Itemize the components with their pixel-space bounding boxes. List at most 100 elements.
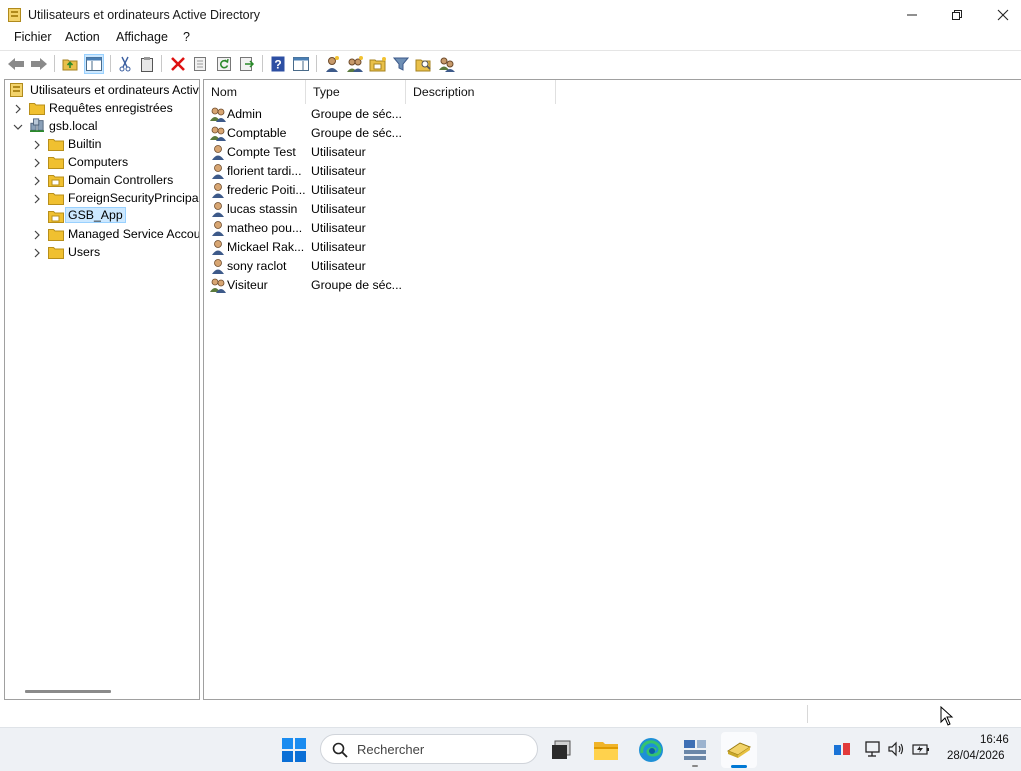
start-button[interactable] [276,732,312,768]
menu-action[interactable]: Action [63,30,102,44]
user-icon [209,201,227,217]
horizontal-scrollbar[interactable] [25,690,111,693]
cut-icon [119,56,131,72]
column-header-nom[interactable]: Nom [204,80,306,104]
list-item[interactable]: florient tardi... Utilisateur [204,162,604,181]
tray-power-button[interactable] [912,740,930,758]
tree-item-root[interactable]: Utilisateurs et ordinateurs Active Direc… [5,81,199,99]
title-bar[interactable]: Utilisateurs et ordinateurs Active Direc… [0,0,1021,30]
close-icon [997,9,1009,21]
list-item[interactable]: Visiteur Groupe de séc... [204,276,604,295]
clock-date[interactable]: 28/04/2026 [947,750,1005,762]
delete-icon [171,57,185,71]
chevron-right-icon[interactable] [32,158,42,168]
new-group-icon [347,56,363,72]
close-button[interactable] [980,0,1021,30]
list-item[interactable]: Admin Groupe de séc... [204,105,604,124]
show-action-pane-icon [293,57,309,71]
user-icon [209,239,227,255]
find-button[interactable] [414,54,434,74]
column-header-description[interactable]: Description [406,80,556,104]
task-view-button[interactable] [543,732,579,768]
tree-item-foreign-security-principals[interactable]: ForeignSecurityPrincipals [5,189,199,207]
list-item[interactable]: matheo pou... Utilisateur [204,219,604,238]
tree-item-builtin[interactable]: Builtin [5,135,199,153]
tree-item-computers[interactable]: Computers [5,153,199,171]
toolbar-separator [161,55,162,72]
refresh-button[interactable] [214,54,234,74]
chevron-right-icon[interactable] [32,230,42,240]
folder-icon [48,139,64,151]
new-group-button[interactable] [345,54,365,74]
domain-icon [30,118,44,132]
paste-icon [141,57,153,72]
delete-button[interactable] [168,54,188,74]
list-item[interactable]: Mickael Rak... Utilisateur [204,238,604,257]
list-item-type: Utilisateur [311,202,366,216]
ou-folder-icon [48,211,64,223]
list-item[interactable]: Comptable Groupe de séc... [204,124,604,143]
active-directory-taskbar-button[interactable] [721,732,757,768]
list-item-type: Utilisateur [311,183,366,197]
list-item[interactable]: lucas stassin Utilisateur [204,200,604,219]
tree-item-managed-service-accounts[interactable]: Managed Service Accounts [5,225,199,243]
show-hide-console-tree-button[interactable] [84,54,104,74]
help-button[interactable]: ? [268,54,288,74]
menu-bar: Fichier Action Affichage ? [0,28,1021,48]
file-explorer-button[interactable] [588,732,624,768]
chevron-right-icon[interactable] [32,176,42,186]
tree-item-domain-controllers[interactable]: Domain Controllers [5,171,199,189]
app-window: Utilisateurs et ordinateurs Active Direc… [0,0,1021,727]
console-tree-pane[interactable]: Utilisateurs et ordinateurs Active Direc… [4,79,200,700]
export-list-button[interactable] [237,54,257,74]
list-item[interactable]: frederic Poiti... Utilisateur [204,181,604,200]
properties-button[interactable] [190,54,210,74]
chevron-right-icon[interactable] [32,140,42,150]
back-button[interactable] [6,54,26,74]
menu-fichier[interactable]: Fichier [12,30,54,44]
column-header-type[interactable]: Type [306,80,406,104]
cut-button[interactable] [115,54,135,74]
edge-browser-button[interactable] [633,732,669,768]
server-manager-button[interactable] [677,732,713,768]
running-indicator [692,765,698,767]
toolbar-separator [262,55,263,72]
up-one-level-button[interactable] [60,54,80,74]
minimize-button[interactable] [889,0,935,30]
paste-button[interactable] [137,54,157,74]
find-icon [415,59,431,72]
tree-item-users[interactable]: Users [5,243,199,261]
ou-folder-icon [48,175,64,187]
menu-help[interactable]: ? [181,30,192,44]
list-item-name: Compte Test [227,145,296,159]
status-separator [807,705,808,723]
chevron-right-icon[interactable] [13,104,23,114]
add-to-group-button[interactable] [437,54,457,74]
menu-affichage[interactable]: Affichage [114,30,170,44]
chevron-down-icon[interactable] [13,122,23,132]
search-icon [332,742,348,758]
restore-button[interactable] [934,0,980,30]
chevron-right-icon[interactable] [32,194,42,204]
new-ou-button[interactable] [368,54,388,74]
forward-button[interactable] [29,54,49,74]
list-item-name: Mickael Rak... [227,240,305,254]
filter-button[interactable] [391,54,411,74]
chevron-right-icon[interactable] [32,248,42,258]
tree-item-gsb-app[interactable]: GSB_App [5,207,199,225]
tray-network-button[interactable] [864,740,882,758]
clock-time[interactable]: 16:46 [980,734,1009,746]
folder-icon [48,229,64,241]
tray-app-icon[interactable] [833,740,851,758]
new-user-button[interactable] [322,54,342,74]
list-item[interactable]: Compte Test Utilisateur [204,143,604,162]
tree-item-domain[interactable]: gsb.local [5,117,199,135]
show-action-pane-button[interactable] [291,54,311,74]
active-indicator [731,765,747,768]
details-pane[interactable]: Nom Type Description Admin Groupe de séc.… [203,79,1021,700]
list-item[interactable]: sony raclot Utilisateur [204,257,604,276]
taskbar-search-box[interactable]: Rechercher [320,734,538,764]
tray-volume-button[interactable] [888,740,906,758]
ad-users-computers-icon [726,742,752,758]
tree-item-saved-queries[interactable]: Requêtes enregistrées [5,99,199,117]
